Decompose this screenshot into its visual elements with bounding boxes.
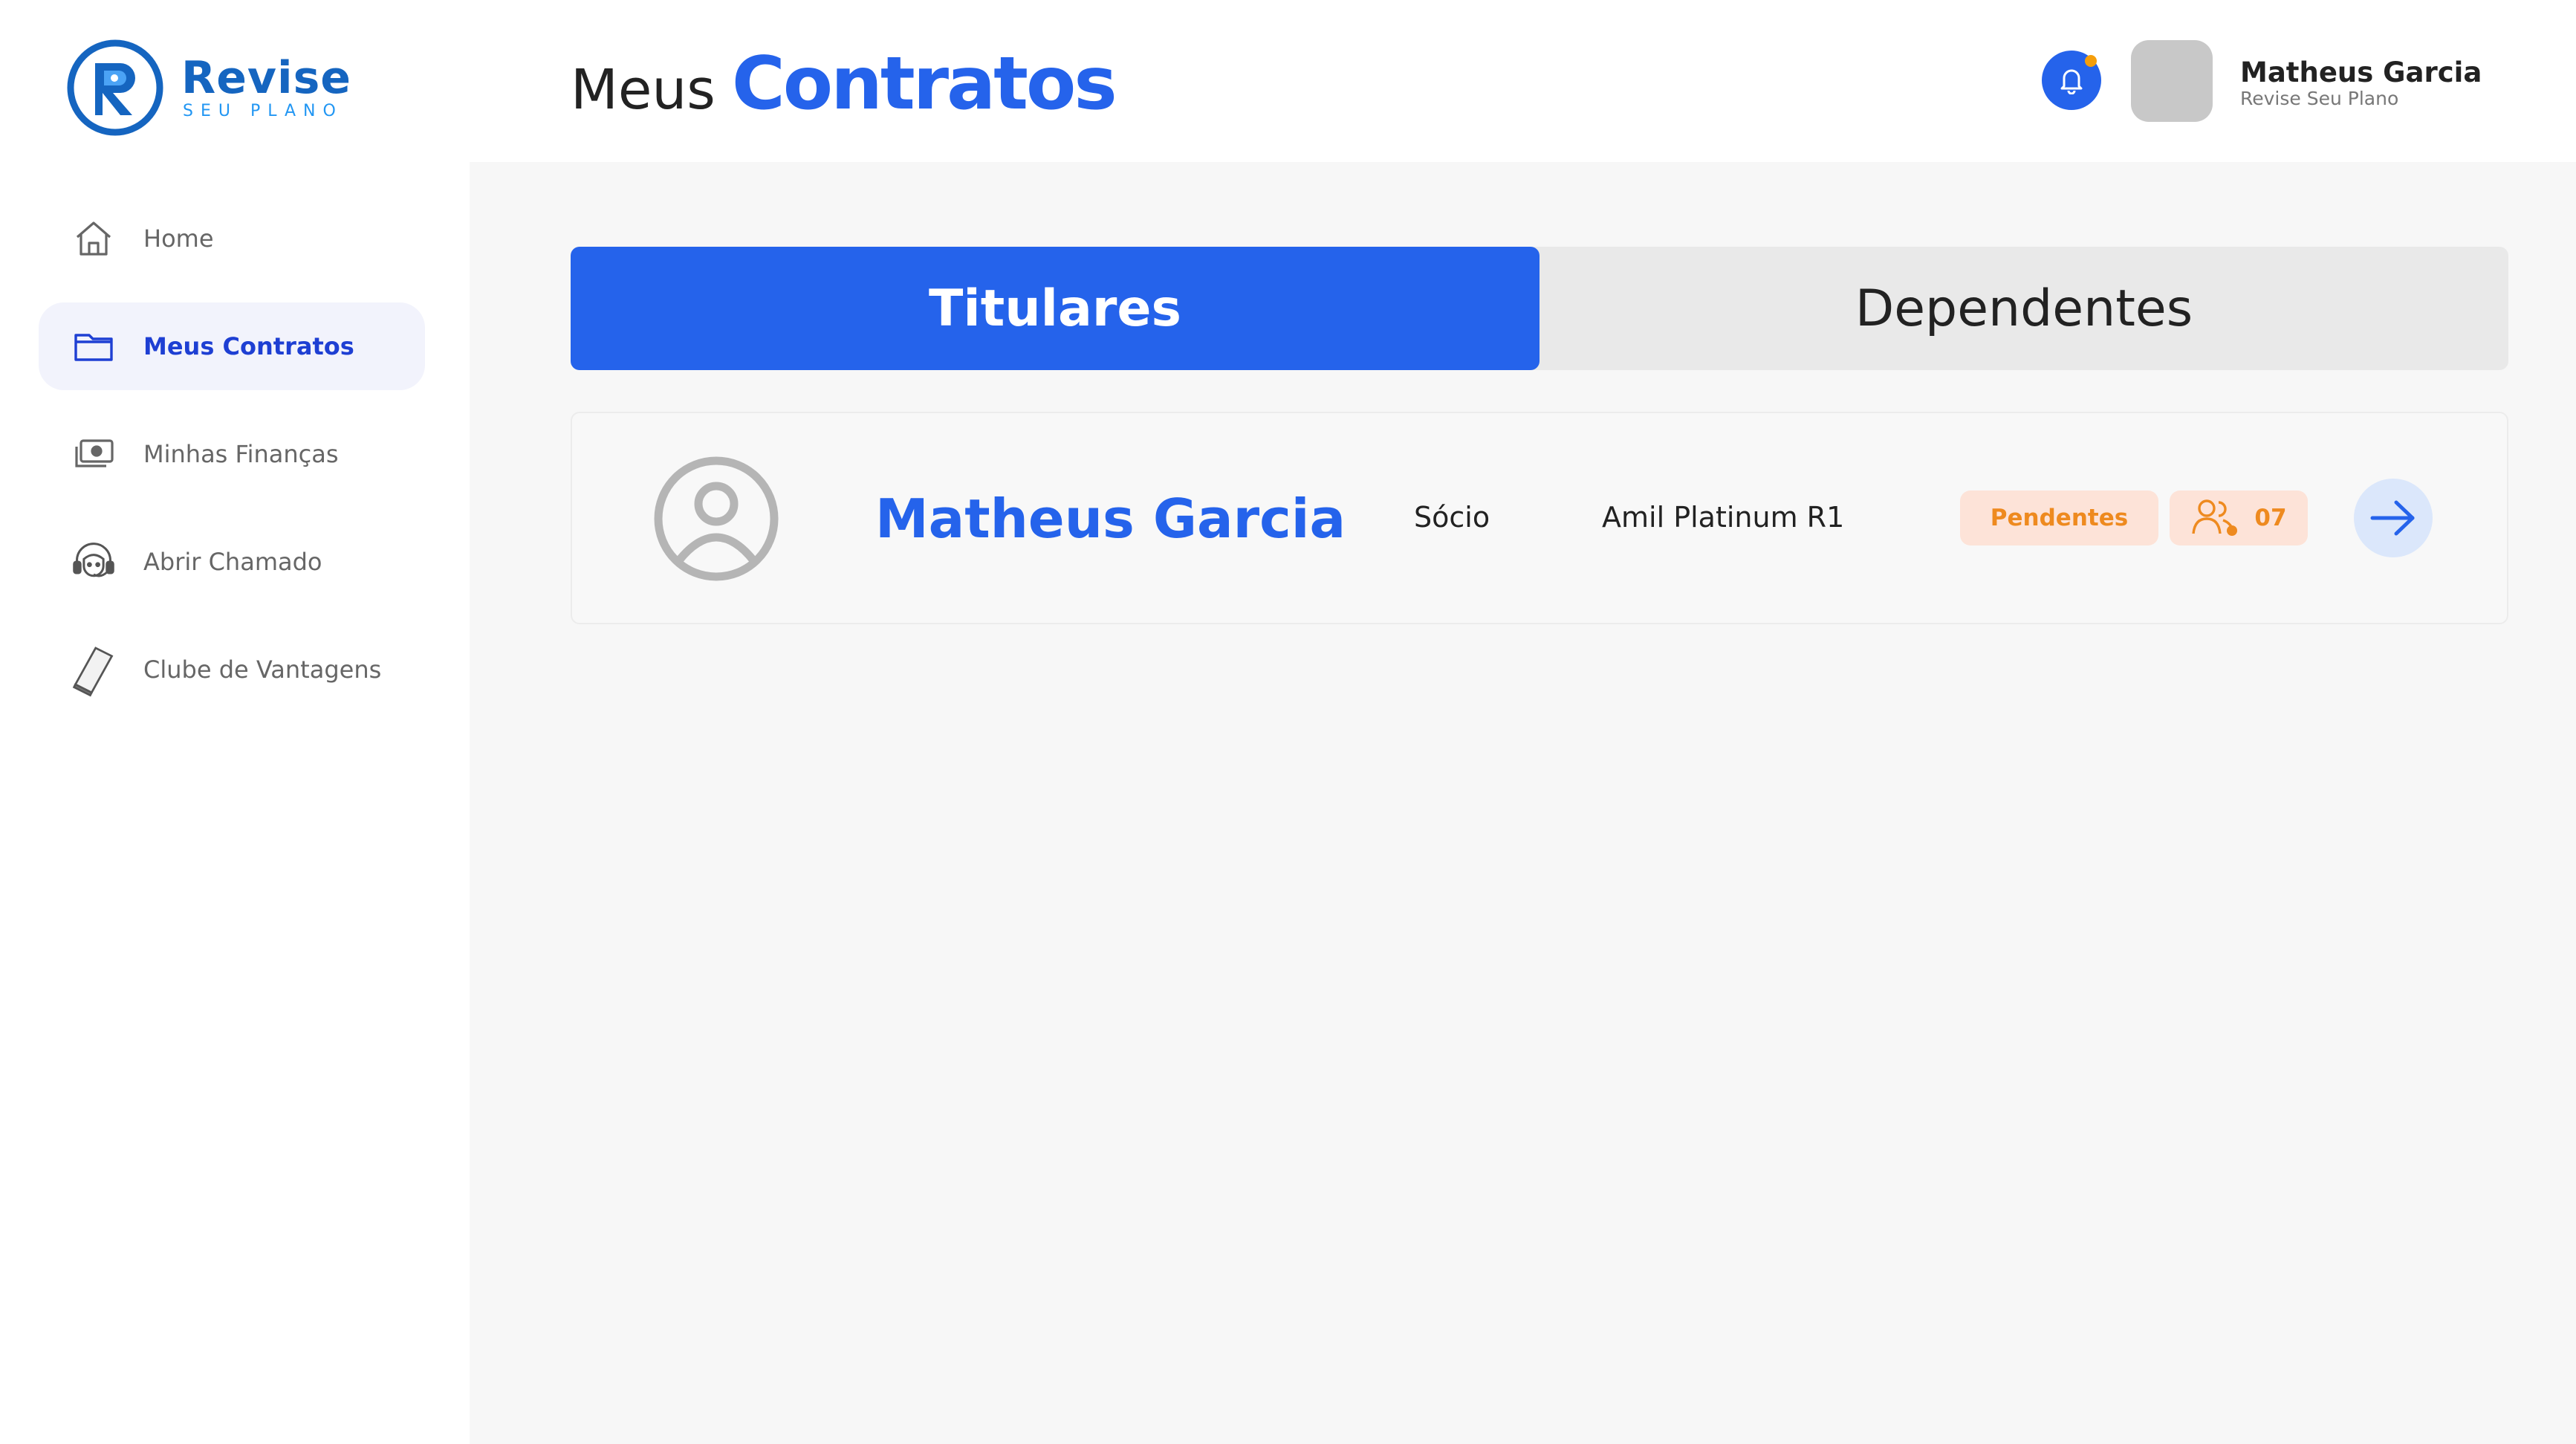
user-name: Matheus Garcia	[2240, 56, 2482, 88]
sidebar-item-label: Clube de Vantagens	[143, 655, 382, 684]
user-subtitle: Revise Seu Plano	[2240, 88, 2399, 109]
top-header: Meus Contratos Matheus Garcia Revise Seu…	[470, 0, 2576, 162]
contract-role: Sócio	[1414, 501, 1490, 534]
dependents-count: 07	[2254, 505, 2287, 531]
sidebar-item-label: Home	[143, 224, 214, 253]
card-icon	[71, 647, 116, 697]
open-contract-button[interactable]	[2354, 479, 2433, 557]
avatar[interactable]	[2131, 40, 2213, 122]
page-title: Meus Contratos	[571, 42, 1117, 126]
sidebar-item-clube-de-vantagens[interactable]: Clube de Vantagens	[39, 626, 425, 713]
sidebar: Revise SEU PLANO Home Meus Contratos Min…	[0, 0, 470, 1444]
brand-logo[interactable]: Revise SEU PLANO	[65, 37, 351, 138]
sidebar-item-label: Minhas Finanças	[143, 440, 339, 468]
contract-plan: Amil Platinum R1	[1602, 501, 1845, 534]
page-title-bold: Contratos	[731, 42, 1117, 126]
tab-dependentes[interactable]: Dependentes	[1540, 247, 2508, 370]
contract-card[interactable]: Matheus Garcia Sócio Amil Platinum R1 Pe…	[571, 412, 2508, 624]
users-icon	[2192, 499, 2238, 536]
folder-icon	[71, 324, 116, 369]
notification-dot	[2085, 55, 2097, 67]
arrow-right-icon	[2370, 500, 2415, 536]
sidebar-item-label: Abrir Chamado	[143, 548, 322, 576]
user-avatar-icon	[654, 456, 779, 581]
page-title-light: Meus	[571, 58, 716, 122]
brand-tagline: SEU PLANO	[183, 102, 343, 120]
tab-titulares[interactable]: Titulares	[571, 247, 1540, 370]
sidebar-item-meus-contratos[interactable]: Meus Contratos	[39, 302, 425, 390]
headset-icon	[71, 540, 116, 584]
sidebar-item-label: Meus Contratos	[143, 332, 354, 360]
bell-icon	[2060, 69, 2083, 94]
revise-logo-icon	[67, 39, 163, 136]
sidebar-item-home[interactable]: Home	[39, 195, 425, 282]
dependents-badge: 07	[2170, 490, 2308, 545]
contract-holder-name: Matheus Garcia	[875, 488, 1346, 550]
money-icon	[71, 432, 116, 476]
brand-name: Revise	[181, 52, 351, 104]
sidebar-nav: Home Meus Contratos Minhas Finanças Abri…	[39, 195, 425, 734]
contract-tabs: Titulares Dependentes	[571, 247, 2508, 370]
sidebar-item-abrir-chamado[interactable]: Abrir Chamado	[39, 518, 425, 606]
notification-button[interactable]	[2042, 51, 2101, 110]
status-badge: Pendentes	[1960, 490, 2158, 545]
home-icon	[71, 216, 116, 261]
sidebar-item-minhas-financas[interactable]: Minhas Finanças	[39, 410, 425, 498]
